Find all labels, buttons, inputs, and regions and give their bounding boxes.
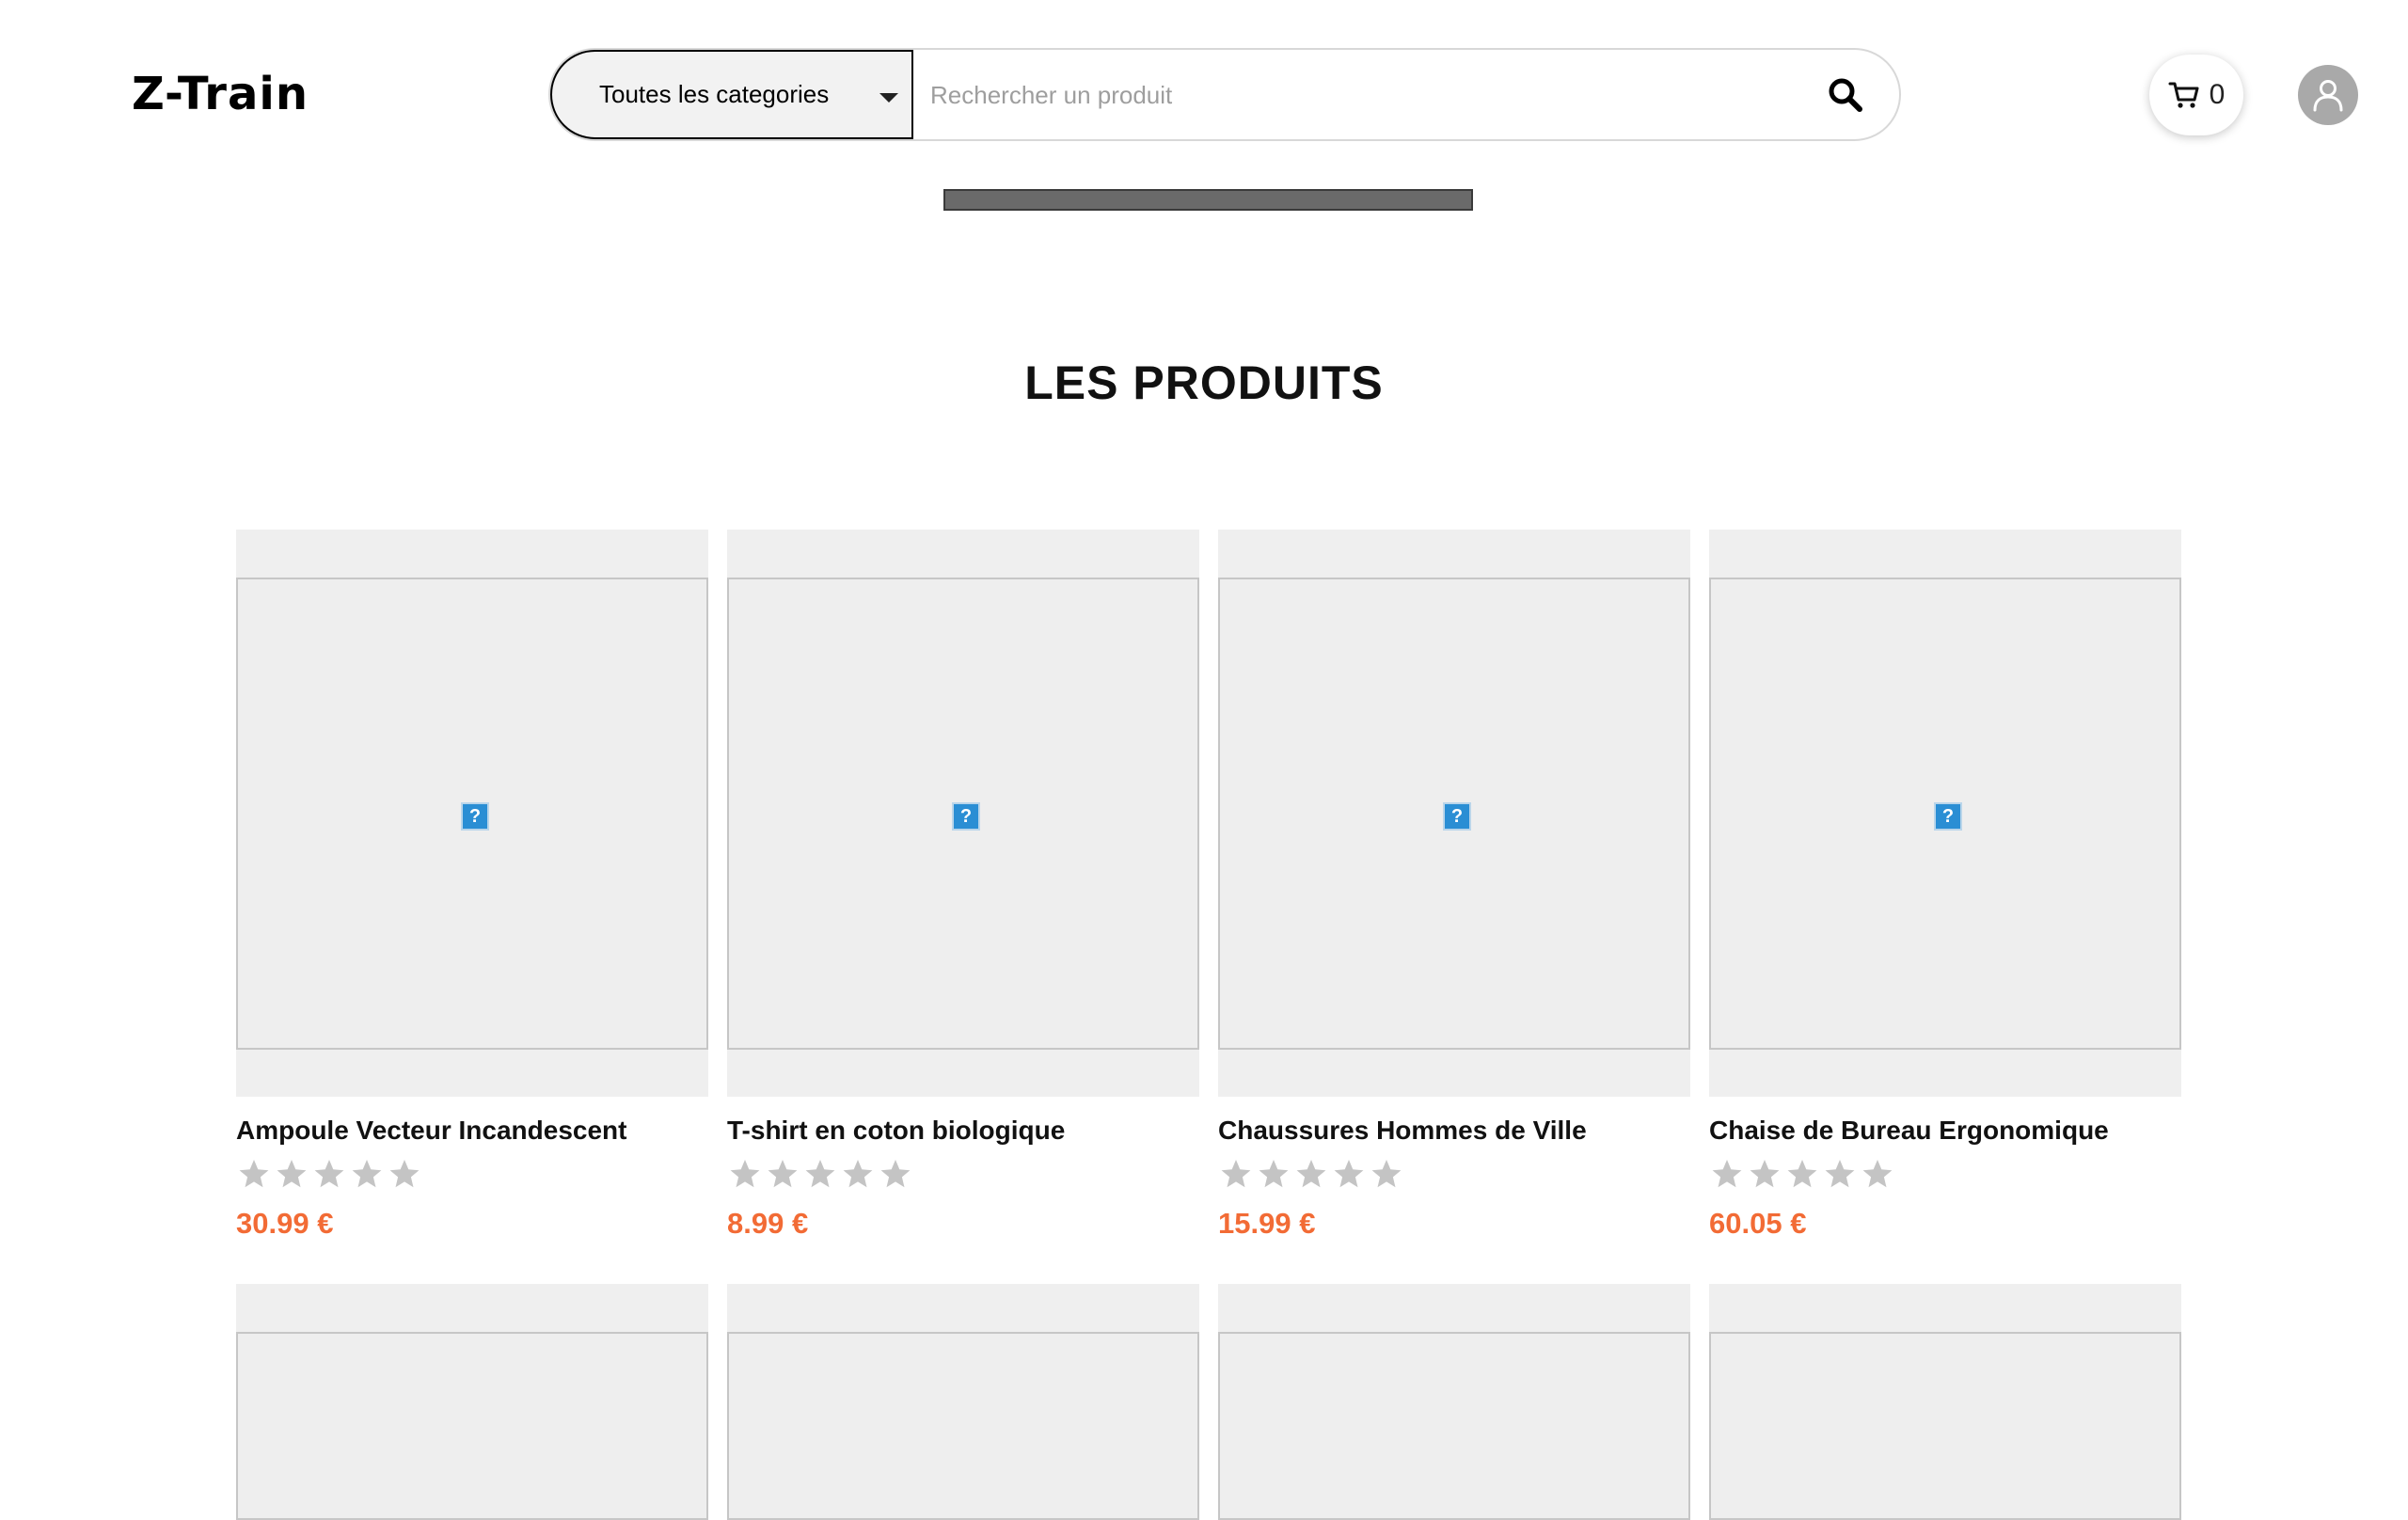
product-rating: [729, 1158, 911, 1190]
star-icon: [1750, 1160, 1780, 1188]
product-image: ?: [1709, 578, 2181, 1050]
product-card-partial[interactable]: [1709, 1284, 2181, 1520]
search-button[interactable]: [1825, 74, 1866, 116]
product-card-partial[interactable]: [236, 1284, 708, 1520]
user-icon: [2313, 80, 2343, 112]
product-rating: [1711, 1158, 1893, 1190]
product-image: [236, 1332, 708, 1520]
star-icon: [1862, 1160, 1893, 1188]
product-name[interactable]: T-shirt en coton biologique: [727, 1116, 1065, 1146]
cart-icon: [2168, 82, 2199, 108]
star-icon: [1712, 1160, 1742, 1188]
star-icon: [1371, 1160, 1402, 1188]
star-icon: [1334, 1160, 1364, 1188]
chevron-down-icon: [879, 93, 898, 103]
star-icon: [352, 1160, 382, 1188]
star-icon: [277, 1160, 307, 1188]
broken-image-icon: ?: [461, 802, 489, 831]
product-name[interactable]: Ampoule Vecteur Incandescent: [236, 1116, 626, 1146]
product-image-frame[interactable]: ?: [727, 530, 1199, 1097]
product-price: 8.99 €: [727, 1207, 809, 1240]
broken-image-icon: ?: [952, 802, 980, 831]
product-card-partial[interactable]: [727, 1284, 1199, 1520]
cart-count: 0: [2209, 79, 2226, 110]
star-icon: [805, 1160, 835, 1188]
star-icon: [314, 1160, 344, 1188]
product-image: ?: [236, 578, 708, 1050]
star-icon: [730, 1160, 760, 1188]
avatar[interactable]: [2298, 65, 2358, 125]
search-icon: [1829, 78, 1862, 112]
product-card-partial[interactable]: [1218, 1284, 1690, 1520]
search-bar: Toutes les categories: [548, 48, 1901, 141]
star-icon: [1296, 1160, 1326, 1188]
product-price: 15.99 €: [1218, 1207, 1316, 1240]
product-image: [1709, 1332, 2181, 1520]
product-image: [1218, 1332, 1690, 1520]
product-rating: [238, 1158, 420, 1190]
star-icon: [1221, 1160, 1251, 1188]
section-title: LES PRODUITS: [1024, 356, 1384, 409]
product-price: 30.99 €: [236, 1207, 334, 1240]
broken-image-icon: ?: [1934, 802, 1962, 831]
cart-button[interactable]: 0: [2149, 55, 2243, 135]
star-icon: [389, 1160, 420, 1188]
product-image-frame[interactable]: ?: [236, 530, 708, 1097]
star-icon: [1259, 1160, 1289, 1188]
product-image: ?: [1218, 578, 1690, 1050]
product-name[interactable]: Chaise de Bureau Ergonomique: [1709, 1116, 2109, 1146]
search-input[interactable]: [928, 67, 1775, 123]
broken-image-icon: ?: [1443, 802, 1471, 831]
star-icon: [1787, 1160, 1817, 1188]
product-name[interactable]: Chaussures Hommes de Ville: [1218, 1116, 1587, 1146]
star-icon: [768, 1160, 798, 1188]
product-price: 60.05 €: [1709, 1207, 1807, 1240]
product-image: ?: [727, 578, 1199, 1050]
product-rating: [1220, 1158, 1402, 1190]
product-image-frame[interactable]: ?: [1218, 530, 1690, 1097]
star-icon: [239, 1160, 269, 1188]
category-select-value: Toutes les categories: [599, 80, 830, 108]
star-icon: [880, 1160, 911, 1188]
product-image-frame[interactable]: ?: [1709, 530, 2181, 1097]
banner-placeholder: [943, 189, 1473, 211]
product-image: [727, 1332, 1199, 1520]
logo[interactable]: Z-Train: [132, 68, 309, 120]
category-select[interactable]: Toutes les categories: [550, 50, 913, 139]
star-icon: [1825, 1160, 1855, 1188]
star-icon: [843, 1160, 873, 1188]
